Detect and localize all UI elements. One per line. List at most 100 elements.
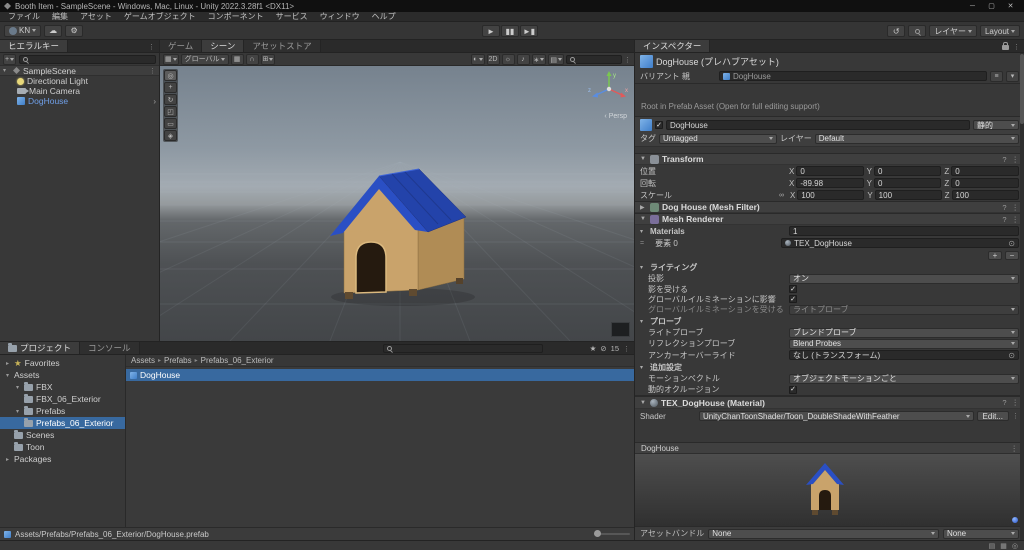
- tab-console[interactable]: コンソール: [80, 342, 140, 354]
- object-picker-icon[interactable]: ⊙: [1008, 239, 1015, 248]
- foldout-icon[interactable]: ▼: [640, 216, 647, 222]
- orientation-gizmo[interactable]: y x z: [586, 68, 632, 114]
- tab-asset-store[interactable]: アセットストア: [244, 40, 320, 52]
- tab-scene[interactable]: シーン: [202, 40, 244, 52]
- shader-menu-icon[interactable]: ⋮: [1012, 412, 1019, 420]
- grid-visibility-toggle[interactable]: ▦: [231, 54, 244, 65]
- tab-hierarchy[interactable]: ヒエラルキー: [0, 40, 68, 52]
- tag-dropdown[interactable]: Untagged: [659, 134, 777, 144]
- object-picker-icon[interactable]: ⊙: [1008, 351, 1015, 360]
- snap-increment-dropdown[interactable]: ⊞: [261, 54, 276, 65]
- anchor-override-field[interactable]: なし (トランスフォーム) ⊙: [789, 350, 1019, 360]
- breadcrumb-prefabs-06-exterior[interactable]: Prefabs_06_Exterior: [201, 356, 274, 365]
- minimize-button[interactable]: ─: [963, 0, 982, 12]
- rotation-x-field[interactable]: -89.98: [796, 178, 863, 188]
- effects-dropdown[interactable]: ∗: [532, 54, 547, 65]
- rotation-y-field[interactable]: 0: [874, 178, 941, 188]
- mesh-filter-header[interactable]: ▶ Dog House (Mesh Filter) ? ⋮: [635, 201, 1024, 213]
- kebab-icon[interactable]: ⋮: [1012, 155, 1020, 164]
- foldout-icon[interactable]: ▼: [640, 400, 647, 406]
- asset-item-doghouse[interactable]: DogHouse: [126, 369, 634, 381]
- services-button[interactable]: ⚙: [65, 25, 83, 37]
- saved-search-icon[interactable]: ★: [590, 344, 597, 353]
- undo-history-button[interactable]: ↺: [887, 25, 905, 37]
- tree-toon[interactable]: Toon: [0, 441, 125, 453]
- material-component-header[interactable]: ▼ TEX_DogHouse (Material) ? ⋮: [635, 396, 1024, 409]
- tree-scenes[interactable]: Scenes: [0, 429, 125, 441]
- kebab-icon[interactable]: ⋮: [1011, 444, 1019, 453]
- kebab-icon[interactable]: ⋮: [1012, 215, 1020, 224]
- materials-count-field[interactable]: 1: [789, 226, 1019, 236]
- gizmos-dropdown[interactable]: ▤: [548, 54, 564, 65]
- preview-settings-sphere-icon[interactable]: [1012, 517, 1018, 523]
- menu-services[interactable]: サービス: [270, 11, 314, 22]
- menu-file[interactable]: ファイル: [2, 11, 46, 22]
- variant-parent-field[interactable]: DogHouse: [719, 71, 987, 81]
- layers-dropdown[interactable]: レイヤー: [929, 25, 977, 37]
- preview-area[interactable]: [635, 454, 1024, 526]
- handle-orientation-dropdown[interactable]: グローバル: [181, 54, 229, 65]
- scale-x-field[interactable]: 100: [797, 190, 864, 200]
- scale-z-field[interactable]: 100: [952, 190, 1019, 200]
- mesh-renderer-header[interactable]: ▼ Mesh Renderer ? ⋮: [635, 213, 1024, 225]
- hierarchy-search-input[interactable]: [19, 55, 156, 64]
- scene-viewport[interactable]: ◎ + ↻ ◰ ▭ ◈ y x z ‹ Persp: [160, 66, 634, 341]
- activity-icon[interactable]: ▦: [1000, 542, 1007, 550]
- tab-project[interactable]: プロジェクト: [0, 342, 80, 354]
- materials-row[interactable]: ▾ Materials 1: [635, 225, 1024, 237]
- receive-shadows-checkbox[interactable]: ✓: [789, 285, 797, 293]
- foldout-icon[interactable]: ▶: [640, 204, 647, 211]
- tab-inspector[interactable]: インスペクター: [635, 40, 710, 52]
- hierarchy-item-directional-light[interactable]: Directional Light: [0, 76, 159, 86]
- rotate-tool-button[interactable]: ↻: [164, 94, 177, 105]
- kebab-icon[interactable]: ⋮: [1012, 398, 1020, 407]
- audio-toggle[interactable]: ♪: [517, 54, 530, 65]
- create-object-button[interactable]: +: [3, 54, 16, 65]
- inspector-menu-icon[interactable]: ⋮: [1013, 43, 1020, 51]
- variant-list-button[interactable]: ≡: [990, 71, 1003, 82]
- hierarchy-scene-row[interactable]: ▾ SampleScene ⋮: [0, 66, 159, 76]
- lighting-toggle[interactable]: ☼: [502, 54, 515, 65]
- scene-search-input[interactable]: [566, 55, 622, 64]
- hidden-packages-icon[interactable]: ⊘: [600, 344, 606, 353]
- material-object-field[interactable]: TEX_DogHouse ⊙: [781, 238, 1019, 248]
- console-log-icon[interactable]: ▤: [989, 542, 996, 550]
- position-x-field[interactable]: 0: [796, 166, 863, 176]
- shader-dropdown[interactable]: UnityChanToonShader/Toon_DoubleShadeWith…: [699, 411, 974, 421]
- static-dropdown[interactable]: 静的: [973, 120, 1019, 130]
- scene-options-icon[interactable]: ⋮: [149, 67, 156, 75]
- project-search-input[interactable]: [383, 344, 543, 353]
- maximize-button[interactable]: ▢: [982, 0, 1001, 12]
- global-search-button[interactable]: [908, 25, 926, 37]
- tree-fbx-06-exterior[interactable]: FBX_06_Exterior: [0, 393, 125, 405]
- help-icon[interactable]: ?: [1002, 203, 1006, 212]
- add-material-button[interactable]: +: [988, 251, 1002, 260]
- scale-y-field[interactable]: 100: [875, 190, 942, 200]
- dynamic-occlusion-checkbox[interactable]: ✓: [789, 386, 797, 394]
- snap-magnet-toggle[interactable]: ∩: [246, 54, 259, 65]
- cast-shadows-dropdown[interactable]: オン: [789, 274, 1019, 284]
- tree-prefabs-06-exterior[interactable]: Prefabs_06_Exterior: [0, 417, 125, 429]
- inspector-scrollbar[interactable]: [1020, 53, 1024, 540]
- pause-button[interactable]: ▮▮: [501, 25, 519, 37]
- tree-packages[interactable]: ▸ Packages: [0, 453, 125, 465]
- probes-section-header[interactable]: ▾ プローブ: [635, 315, 1024, 327]
- menu-help[interactable]: ヘルプ: [366, 11, 402, 22]
- lock-icon[interactable]: [1002, 45, 1009, 50]
- slider-knob[interactable]: [594, 530, 601, 537]
- layer-dropdown[interactable]: Default: [815, 134, 1019, 144]
- scale-tool-button[interactable]: ◰: [164, 106, 177, 117]
- active-checkbox[interactable]: ✓: [655, 121, 663, 129]
- shader-edit-button[interactable]: Edit...: [977, 411, 1009, 421]
- breadcrumb-prefabs[interactable]: Prefabs: [164, 356, 192, 365]
- tree-prefabs[interactable]: ▾ Prefabs: [0, 405, 125, 417]
- light-probes-dropdown[interactable]: ブレンドプローブ: [789, 328, 1019, 338]
- foldout-icon[interactable]: ▾: [3, 67, 10, 74]
- scale-link-icon[interactable]: ∞: [779, 192, 787, 199]
- menu-edit[interactable]: 編集: [46, 11, 74, 22]
- move-tool-button[interactable]: +: [164, 82, 177, 93]
- remove-material-button[interactable]: −: [1005, 251, 1019, 260]
- tree-favorites[interactable]: ▸ ★ Favorites: [0, 357, 125, 369]
- motion-vectors-dropdown[interactable]: オブジェクトモーションごと: [789, 374, 1019, 384]
- play-button[interactable]: ►: [482, 25, 500, 37]
